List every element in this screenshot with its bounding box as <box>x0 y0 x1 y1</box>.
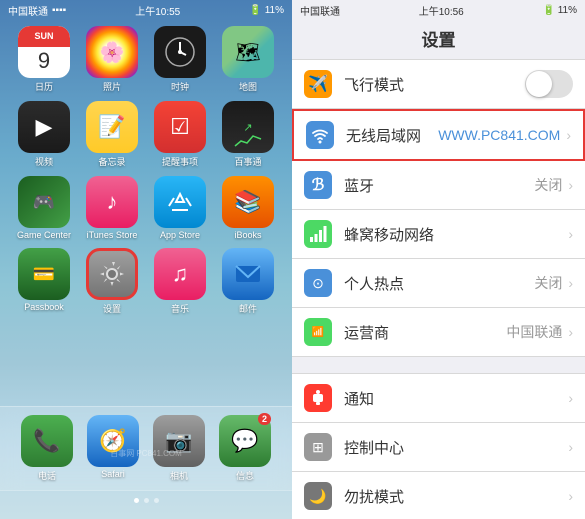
bluetooth-label: 蓝牙 <box>344 175 534 196</box>
app-passbook[interactable]: 💳 Passbook <box>14 248 74 315</box>
app-photos[interactable]: 🌸 照片 <box>82 26 142 93</box>
left-statusbar: 中国联通 ▪▪▪▪ 上午10:55 🔋 11% <box>0 0 292 20</box>
app-maps[interactable]: 🗺 地图 <box>218 26 278 93</box>
app-notepad[interactable]: 📝 备忘录 <box>82 101 142 168</box>
right-carrier: 中国联通 <box>300 3 340 18</box>
left-time: 上午10:55 <box>135 3 180 18</box>
carrier-value: 中国联通 <box>506 322 562 342</box>
hotspot-label: 个人热点 <box>344 273 534 294</box>
app-clock[interactable]: 时钟 <box>150 26 210 93</box>
settings-item-carrier[interactable]: 📶 运营商 中国联通 › <box>292 308 585 357</box>
right-time: 上午10:56 <box>419 3 464 18</box>
hotspot-chevron: › <box>568 275 573 291</box>
app-videos[interactable]: ▶ 视频 <box>14 101 74 168</box>
dnd-label: 勿扰模式 <box>344 486 568 507</box>
right-battery: 🔋 11% <box>542 5 577 16</box>
settings-item-notify[interactable]: 通知 › <box>292 373 585 423</box>
app-mail[interactable]: 邮件 <box>218 248 278 315</box>
app-stocks[interactable]: ↗ 百事通 <box>218 101 278 168</box>
app-reminder[interactable]: ☑ 提醒事项 <box>150 101 210 168</box>
settings-title: 设置 <box>292 20 585 59</box>
dnd-chevron: › <box>568 488 573 504</box>
notify-label: 通知 <box>344 388 568 409</box>
right-statusbar: 中国联通 上午10:56 🔋 11% <box>292 0 585 20</box>
airplane-label: 飞行模式 <box>344 74 525 95</box>
control-label: 控制中心 <box>344 437 568 458</box>
app-ibooks[interactable]: 📚 iBooks <box>218 176 278 240</box>
wifi-chevron: › <box>566 127 571 143</box>
app-itunes[interactable]: ♪ iTunes Store <box>82 176 142 240</box>
carrier-icon: 📶 <box>304 318 332 346</box>
settings-section-2: 通知 › ⊞ 控制中心 › 🌙 勿扰模式 › <box>292 373 585 519</box>
app-settings[interactable]: 设置 <box>82 248 142 315</box>
carrier-chevron: › <box>568 324 573 340</box>
airplane-icon: ✈️ <box>304 70 332 98</box>
page-dot-2 <box>144 498 149 503</box>
left-panel: 中国联通 ▪▪▪▪ 上午10:55 🔋 11% SUN 9 日历 🌸 照片 <box>0 0 292 519</box>
page-dot-1 <box>134 498 139 503</box>
bluetooth-icon: ℬ <box>304 171 332 199</box>
settings-item-bluetooth[interactable]: ℬ 蓝牙 关闭 › <box>292 161 585 210</box>
control-icon: ⊞ <box>304 433 332 461</box>
app-calendar[interactable]: SUN 9 日历 <box>14 26 74 93</box>
page-dots <box>0 498 292 503</box>
messages-badge: 2 <box>258 413 271 425</box>
bluetooth-value: 关闭 <box>534 175 562 195</box>
notify-icon <box>304 384 332 412</box>
bluetooth-chevron: › <box>568 177 573 193</box>
app-gamecenter[interactable]: 🎮 Game Center <box>14 176 74 240</box>
dnd-icon: 🌙 <box>304 482 332 510</box>
settings-item-control[interactable]: ⊞ 控制中心 › <box>292 423 585 472</box>
carrier-label: 运营商 <box>344 322 506 343</box>
app-music[interactable]: ♫ 音乐 <box>150 248 210 315</box>
notify-chevron: › <box>568 390 573 406</box>
settings-list: ✈️ 飞行模式 无线局域网 WWW.PC841.COM › ℬ 蓝牙 关闭 <box>292 59 585 519</box>
app-appstore[interactable]: App Store <box>150 176 210 240</box>
wifi-label: 无线局域网 <box>346 125 438 146</box>
cellular-label: 蜂窝移动网络 <box>344 224 568 245</box>
settings-item-airplane[interactable]: ✈️ 飞行模式 <box>292 59 585 109</box>
control-chevron: › <box>568 439 573 455</box>
calendar-date: 9 <box>38 48 50 74</box>
left-carrier: 中国联通 ▪▪▪▪ <box>8 3 66 18</box>
wifi-icon <box>306 121 334 149</box>
right-panel: 中国联通 上午10:56 🔋 11% 设置 ✈️ 飞行模式 无线局域 <box>292 0 585 519</box>
left-watermark: 百事网 PC841.COM <box>110 448 182 459</box>
settings-section-1: ✈️ 飞行模式 无线局域网 WWW.PC841.COM › ℬ 蓝牙 关闭 <box>292 59 585 357</box>
app-grid: SUN 9 日历 🌸 照片 时钟 🗺 地图 ▶ <box>0 22 292 319</box>
settings-item-wifi[interactable]: 无线局域网 WWW.PC841.COM › <box>292 109 585 161</box>
airplane-toggle[interactable] <box>525 70 573 98</box>
settings-item-hotspot[interactable]: ⊙ 个人热点 关闭 › <box>292 259 585 308</box>
settings-item-cellular[interactable]: 蜂窝移动网络 › <box>292 210 585 259</box>
wifi-value: WWW.PC841.COM <box>438 127 560 143</box>
page-dot-3 <box>154 498 159 503</box>
hotspot-value: 关闭 <box>534 273 562 293</box>
cellular-icon <box>304 220 332 248</box>
cellular-chevron: › <box>568 226 573 242</box>
dock-messages[interactable]: 💬 2 信息 <box>219 415 271 482</box>
dock-phone[interactable]: 📞 电话 <box>21 415 73 482</box>
settings-item-dnd[interactable]: 🌙 勿扰模式 › <box>292 472 585 519</box>
hotspot-icon: ⊙ <box>304 269 332 297</box>
